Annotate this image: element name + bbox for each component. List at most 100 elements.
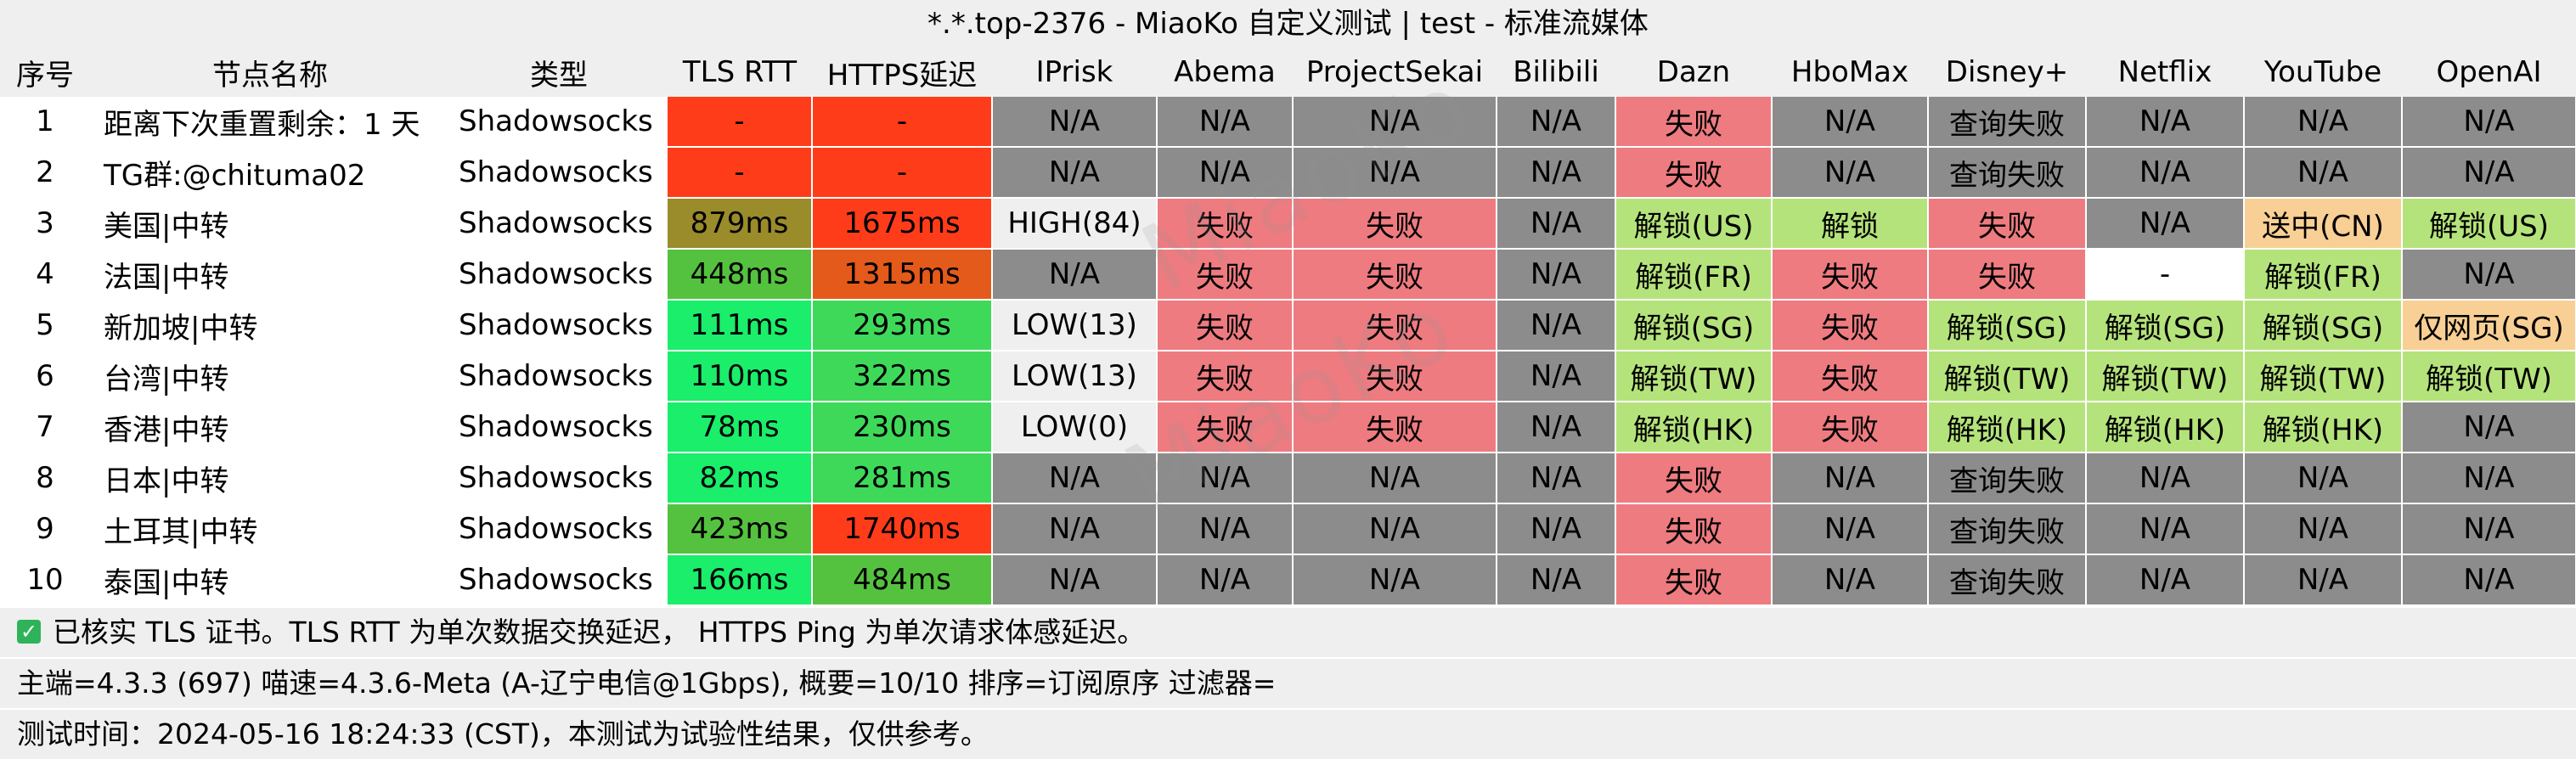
node-name: 台湾|中转 (90, 351, 450, 402)
column-header: 类型 (450, 48, 668, 97)
table-row: 3 美国|中转 Shadowsocks 879ms 1675ms HIGH(84) 失败 失败… (0, 198, 2576, 250)
youtube-cell: N/A (2244, 554, 2403, 606)
disney-cell: 查询失败 (1928, 97, 2087, 148)
hbomax-cell: 解锁 (1772, 198, 1929, 250)
hbomax-cell: N/A (1772, 453, 1929, 504)
tls-rtt-cell: 82ms (668, 453, 813, 504)
netflix-cell: N/A (2086, 147, 2245, 199)
tls-rtt-cell: 166ms (668, 554, 813, 606)
node-type: Shadowsocks (450, 402, 668, 453)
disney-cell: 失败 (1928, 198, 2087, 250)
column-header: Abema (1157, 48, 1293, 97)
bilibili-cell: N/A (1497, 249, 1616, 301)
iprisk-cell: LOW(0) (992, 402, 1158, 453)
projectsekai-cell: 失败 (1293, 249, 1497, 301)
table-row: 7 香港|中转 Shadowsocks 78ms 230ms LOW(0) 失败 失败 N/A 解… (0, 402, 2576, 453)
column-header: Dazn (1615, 48, 1772, 97)
https-latency-cell: - (812, 97, 993, 148)
tls-rtt-cell: 110ms (668, 351, 813, 402)
tls-rtt-cell: 78ms (668, 402, 813, 453)
node-name: 美国|中转 (90, 198, 450, 250)
projectsekai-cell: N/A (1293, 554, 1497, 606)
column-header: Bilibili (1497, 48, 1615, 97)
table-row: 8 日本|中转 Shadowsocks 82ms 281ms N/A N/A N/A N/A 失败… (0, 453, 2576, 504)
row-index: 7 (0, 402, 90, 453)
node-type: Shadowsocks (450, 198, 668, 250)
node-name: 泰国|中转 (90, 554, 450, 606)
node-name: 土耳其|中转 (90, 503, 450, 555)
https-latency-cell: 322ms (812, 351, 993, 402)
row-index: 4 (0, 249, 90, 301)
row-index: 5 (0, 300, 90, 351)
tls-rtt-cell: - (668, 97, 813, 148)
disney-cell: 失败 (1928, 249, 2087, 301)
header-row: 序号 节点名称 类型 TLS RTT HTTPS延迟 IPrisk Abema Project… (0, 48, 2576, 97)
node-name: 新加坡|中转 (90, 300, 450, 351)
https-latency-cell: 1740ms (812, 503, 993, 555)
row-index: 9 (0, 503, 90, 555)
row-index: 2 (0, 147, 90, 199)
dazn-cell: 失败 (1615, 453, 1773, 504)
abema-cell: 失败 (1157, 249, 1294, 301)
table-row: 2 TG群:@chituma02 Shadowsocks - - N/A N/A N/A N/A… (0, 147, 2576, 199)
report-title: *.*.top-2376 - MiaoKo 自定义测试 | test - 标准流… (0, 0, 2576, 48)
iprisk-cell: N/A (992, 147, 1158, 199)
projectsekai-cell: 失败 (1293, 351, 1497, 402)
tls-rtt-cell: - (668, 147, 813, 199)
hbomax-cell: N/A (1772, 97, 1929, 148)
projectsekai-cell: N/A (1293, 147, 1497, 199)
tls-note-text: 已核实 TLS 证书。TLS RTT 为单次数据交换延迟， HTTPS Ping… (53, 616, 1146, 649)
projectsekai-cell: 失败 (1293, 300, 1497, 351)
youtube-cell: N/A (2244, 503, 2403, 555)
column-header: HTTPS延迟 (812, 48, 992, 97)
disney-cell: 查询失败 (1928, 554, 2087, 606)
dazn-cell: 解锁(FR) (1615, 249, 1773, 301)
openai-cell: N/A (2402, 147, 2576, 199)
column-header: HboMax (1772, 48, 1928, 97)
bilibili-cell: N/A (1497, 402, 1616, 453)
iprisk-cell: LOW(13) (992, 300, 1158, 351)
table-row: 1 距离下次重置剩余：1 天 Shadowsocks - - N/A N/A N/A N/A 失败… (0, 97, 2576, 148)
tls-rtt-cell: 448ms (668, 249, 813, 301)
dazn-cell: 失败 (1615, 97, 1773, 148)
dazn-cell: 解锁(HK) (1615, 402, 1773, 453)
row-index: 3 (0, 198, 90, 250)
test-time: 测试时间：2024-05-16 18:24:33 (CST)，本测试为试验性结果… (0, 708, 2576, 759)
hbomax-cell: 失败 (1772, 300, 1929, 351)
youtube-cell: 送中(CN) (2244, 198, 2403, 250)
row-index: 1 (0, 97, 90, 148)
node-type: Shadowsocks (450, 300, 668, 351)
openai-cell: N/A (2402, 453, 2576, 504)
table-row: 6 台湾|中转 Shadowsocks 110ms 322ms LOW(13) 失败 失败 N/… (0, 351, 2576, 402)
node-type: Shadowsocks (450, 97, 668, 148)
column-header: TLS RTT (668, 48, 812, 97)
https-latency-cell: 1675ms (812, 198, 993, 250)
netflix-cell: N/A (2086, 453, 2245, 504)
dazn-cell: 失败 (1615, 147, 1773, 199)
dazn-cell: 失败 (1615, 554, 1773, 606)
netflix-cell: 解锁(HK) (2086, 402, 2245, 453)
abema-cell: N/A (1157, 147, 1294, 199)
table-row: 9 土耳其|中转 Shadowsocks 423ms 1740ms N/A N/A N/A N/… (0, 503, 2576, 555)
openai-cell: N/A (2402, 402, 2576, 453)
hbomax-cell: N/A (1772, 503, 1929, 555)
iprisk-cell: N/A (992, 554, 1158, 606)
client-info: 主端=4.3.3 (697) 喵速=4.3.6-Meta (A-辽宁电信@1Gb… (0, 657, 2576, 708)
column-header: 序号 (0, 48, 90, 97)
projectsekai-cell: 失败 (1293, 198, 1497, 250)
openai-cell: 解锁(US) (2402, 198, 2576, 250)
tls-note: ✓ 已核实 TLS 证书。TLS RTT 为单次数据交换延迟， HTTPS Pin… (0, 606, 2576, 657)
node-name: TG群:@chituma02 (90, 147, 450, 199)
table-body: 1 距离下次重置剩余：1 天 Shadowsocks - - N/A N/A N/A N/A 失败… (0, 97, 2576, 606)
openai-cell: 仅网页(SG) (2402, 300, 2576, 351)
youtube-cell: 解锁(HK) (2244, 402, 2403, 453)
disney-cell: 查询失败 (1928, 503, 2087, 555)
table-row: 5 新加坡|中转 Shadowsocks 111ms 293ms LOW(13) 失败 失败 N… (0, 300, 2576, 351)
tls-rtt-cell: 111ms (668, 300, 813, 351)
youtube-cell: N/A (2244, 147, 2403, 199)
node-type: Shadowsocks (450, 453, 668, 504)
iprisk-cell: N/A (992, 503, 1158, 555)
netflix-cell: N/A (2086, 554, 2245, 606)
node-type: Shadowsocks (450, 554, 668, 606)
netflix-cell: N/A (2086, 97, 2245, 148)
